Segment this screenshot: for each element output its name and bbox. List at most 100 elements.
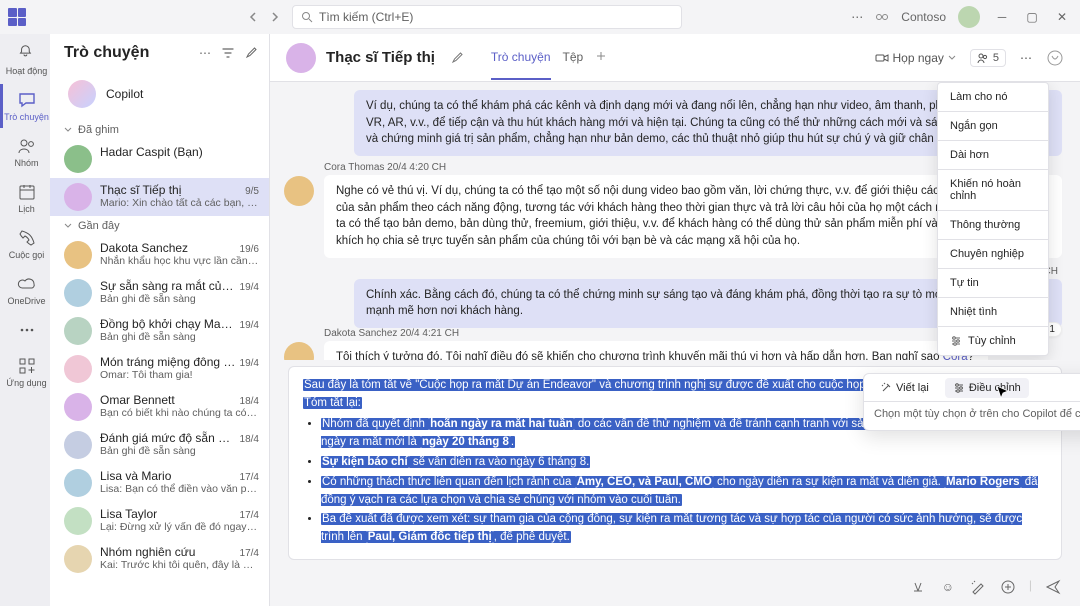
pinned-section-header[interactable]: Đã ghim: [50, 120, 269, 140]
chat-item-preview: Lisa: Bạn có thể điền vào văn phòng lực…: [100, 483, 259, 495]
search-placeholder: Tìm kiếm (Ctrl+E): [319, 10, 413, 24]
conversation-header: Thạc sĩ Tiếp thị Trò chuyện Tệp Họp ngay…: [270, 34, 1080, 82]
search-input[interactable]: Tìm kiếm (Ctrl+E): [292, 5, 682, 29]
tone-custom-option[interactable]: Tùy chỉnh: [938, 326, 1048, 355]
rewrite-button[interactable]: Viết lại: [872, 378, 937, 398]
compose-text: Tóm tắt lại:: [303, 397, 362, 409]
rail-item-Nhóm[interactable]: Nhóm: [0, 130, 50, 174]
chat-item-name: Dakota Sanchez: [100, 241, 188, 255]
chat-item[interactable]: Đồng bộ khởi chạy Mark 8 19/4Bản ghi đề s…: [50, 312, 269, 350]
rail-item-Lịch[interactable]: Lịch: [0, 176, 50, 220]
bell-icon: [17, 44, 37, 64]
slider-icon: [953, 382, 965, 394]
rail-item-Cuộc gọi[interactable]: Cuộc gọi: [0, 222, 50, 266]
add-tab-button[interactable]: [595, 36, 607, 80]
chat-item[interactable]: Lisa Taylor 17/4Lại: Đừng xử lý vấn đề đó…: [50, 502, 269, 540]
chat-item[interactable]: Món tráng miệng đông lạnh19/4Omar: Tôi t…: [50, 350, 269, 388]
copilot-header-icon[interactable]: [1046, 49, 1064, 67]
org-icon: [875, 10, 889, 24]
account-name[interactable]: Contoso: [901, 10, 946, 24]
tone-dropdown[interactable]: Làm cho nóNgắn gọnDài hơnKhiến nó hoàn c…: [937, 82, 1049, 356]
list-item: Sự kiện báo chí sẽ vẫn diễn ra vào ngày …: [321, 454, 1047, 472]
chat-item-preview: Mario: Xin chào tất cả các bạn, những ng…: [100, 197, 259, 209]
chat-item-date: 19/6: [240, 244, 259, 255]
chat-item-date: 19/4: [240, 358, 259, 369]
chat-item[interactable]: Omar Bennett18/4Bạn có biết khi nào chún…: [50, 388, 269, 426]
people-icon: [17, 136, 37, 156]
avatar: [284, 176, 314, 206]
tone-option[interactable]: Chuyên nghiệp: [938, 239, 1048, 268]
back-button[interactable]: [244, 8, 262, 26]
tone-option[interactable]: Nhiệt tình: [938, 297, 1048, 326]
edit-title-button[interactable]: [451, 51, 465, 65]
avatar: [64, 507, 92, 535]
more-button[interactable]: ⋯: [1020, 51, 1032, 65]
chat-item-preview: Lại: Đừng xử lý vấn đề đó ngay lúc này…: [100, 521, 259, 533]
chat-item[interactable]: Sự sẵn sàng ra mắt của Dự án Avalon19/4B…: [50, 274, 269, 312]
avatar: [64, 279, 92, 307]
forward-button[interactable]: [266, 8, 284, 26]
format-button[interactable]: [909, 578, 927, 596]
more-button[interactable]: ⋯: [851, 10, 863, 24]
chat-item-date: 18/4: [240, 396, 259, 407]
meet-now-button[interactable]: Họp ngay: [875, 51, 956, 65]
chat-item-date: 18/4: [240, 434, 259, 445]
minimize-button[interactable]: ─: [992, 10, 1012, 24]
avatar: [64, 393, 92, 421]
chat-item-name: Lisa Taylor: [100, 507, 157, 521]
search-icon: [301, 11, 313, 23]
chat-item[interactable]: Hadar Caspit (Bạn): [50, 140, 269, 178]
tab-files[interactable]: Tệp: [563, 36, 584, 80]
adjust-button[interactable]: Điều chỉnh: [945, 378, 1029, 398]
chat-item-active[interactable]: Thạc sĩ Tiếp thị 9/5 Mario: Xin chào tất…: [50, 178, 269, 216]
tab-chat[interactable]: Trò chuyện: [491, 36, 551, 80]
emoji-button[interactable]: ☺: [939, 578, 957, 596]
filter-icon[interactable]: [221, 46, 235, 60]
chat-item[interactable]: Dakota Sanchez 19/6Nhắn khẩu học khu vực …: [50, 236, 269, 274]
rail-item-Hoạt động[interactable]: Hoạt động: [0, 38, 50, 82]
rail-item-more[interactable]: [0, 314, 50, 348]
maximize-button[interactable]: ▢: [1022, 10, 1042, 24]
message-meta: Dakota Sanchez 20/4 4:21 CH: [324, 328, 988, 339]
chat-item-name: Sự sẵn sàng ra mắt của Dự án Avalon: [100, 279, 236, 293]
chat-item-date: 17/4: [240, 510, 259, 521]
chat-item-preview: Bản ghi đề sẵn sàng: [100, 445, 259, 457]
sparkle-icon: [880, 382, 892, 394]
copilot-compose-button[interactable]: [969, 578, 987, 596]
rail-item-OneDrive[interactable]: OneDrive: [0, 268, 50, 312]
video-icon: [875, 51, 889, 65]
call-icon: [17, 228, 37, 248]
tone-option[interactable]: Làm cho nó: [938, 83, 1048, 111]
new-chat-button[interactable]: [245, 46, 259, 60]
tone-option[interactable]: Dài hơn: [938, 140, 1048, 169]
chat-item[interactable]: Nhóm nghiên cứu17/4Kai: Trước khi tôi qu…: [50, 540, 269, 578]
chat-list-more-button[interactable]: ⋯: [199, 46, 211, 60]
people-button[interactable]: 5: [970, 49, 1006, 67]
chat-item-date: 19/4: [240, 320, 259, 331]
avatar: [64, 469, 92, 497]
recent-section-header[interactable]: Gần đây: [50, 216, 269, 236]
tone-option[interactable]: Ngắn gọn: [938, 111, 1048, 140]
add-button[interactable]: [999, 578, 1017, 596]
chat-item[interactable]: Đánh giá mức độ sẵn sàng ra mắt D…18/4Bả…: [50, 426, 269, 464]
chat-item-preview: Nhắn khẩu học khu vực lần cần xxx: [100, 255, 259, 267]
tone-option[interactable]: Khiến nó hoàn chỉnh: [938, 169, 1048, 210]
message-body: Tôi thích ý tưởng đó. Tôi nghĩ điều đó s…: [324, 341, 988, 360]
title-bar: Tìm kiếm (Ctrl+E) ⋯ Contoso ─ ▢ ✕: [0, 0, 1080, 34]
chat-item-preview: Bản ghi đề sẵn sàng: [100, 331, 259, 343]
chat-item[interactable]: Lisa và Mario17/4Lisa: Bạn có thể điền v…: [50, 464, 269, 502]
tone-option[interactable]: Tự tin: [938, 268, 1048, 297]
rail-item-Ứng dụng[interactable]: Ứng dụng: [0, 350, 50, 394]
copilot-entry[interactable]: Copilot: [64, 74, 259, 114]
rail-item-Trò chuyện[interactable]: Trò chuyện: [0, 84, 50, 128]
tone-option[interactable]: Thông thường: [938, 210, 1048, 239]
chat-item-date: 17/4: [240, 472, 259, 483]
profile-avatar[interactable]: [958, 6, 980, 28]
chat-item-name: Đồng bộ khởi chạy Mark 8: [100, 317, 236, 331]
incoming-message[interactable]: Dakota Sanchez 20/4 4:21 CH Tôi thích ý …: [284, 328, 988, 360]
avatar: [64, 431, 92, 459]
send-button[interactable]: [1044, 578, 1062, 596]
close-button[interactable]: ✕: [1052, 10, 1072, 24]
chat-list-panel: Trò chuyện ⋯ Copilot Đã ghim Hadar Caspi…: [50, 34, 270, 606]
slider-icon: [950, 335, 962, 347]
